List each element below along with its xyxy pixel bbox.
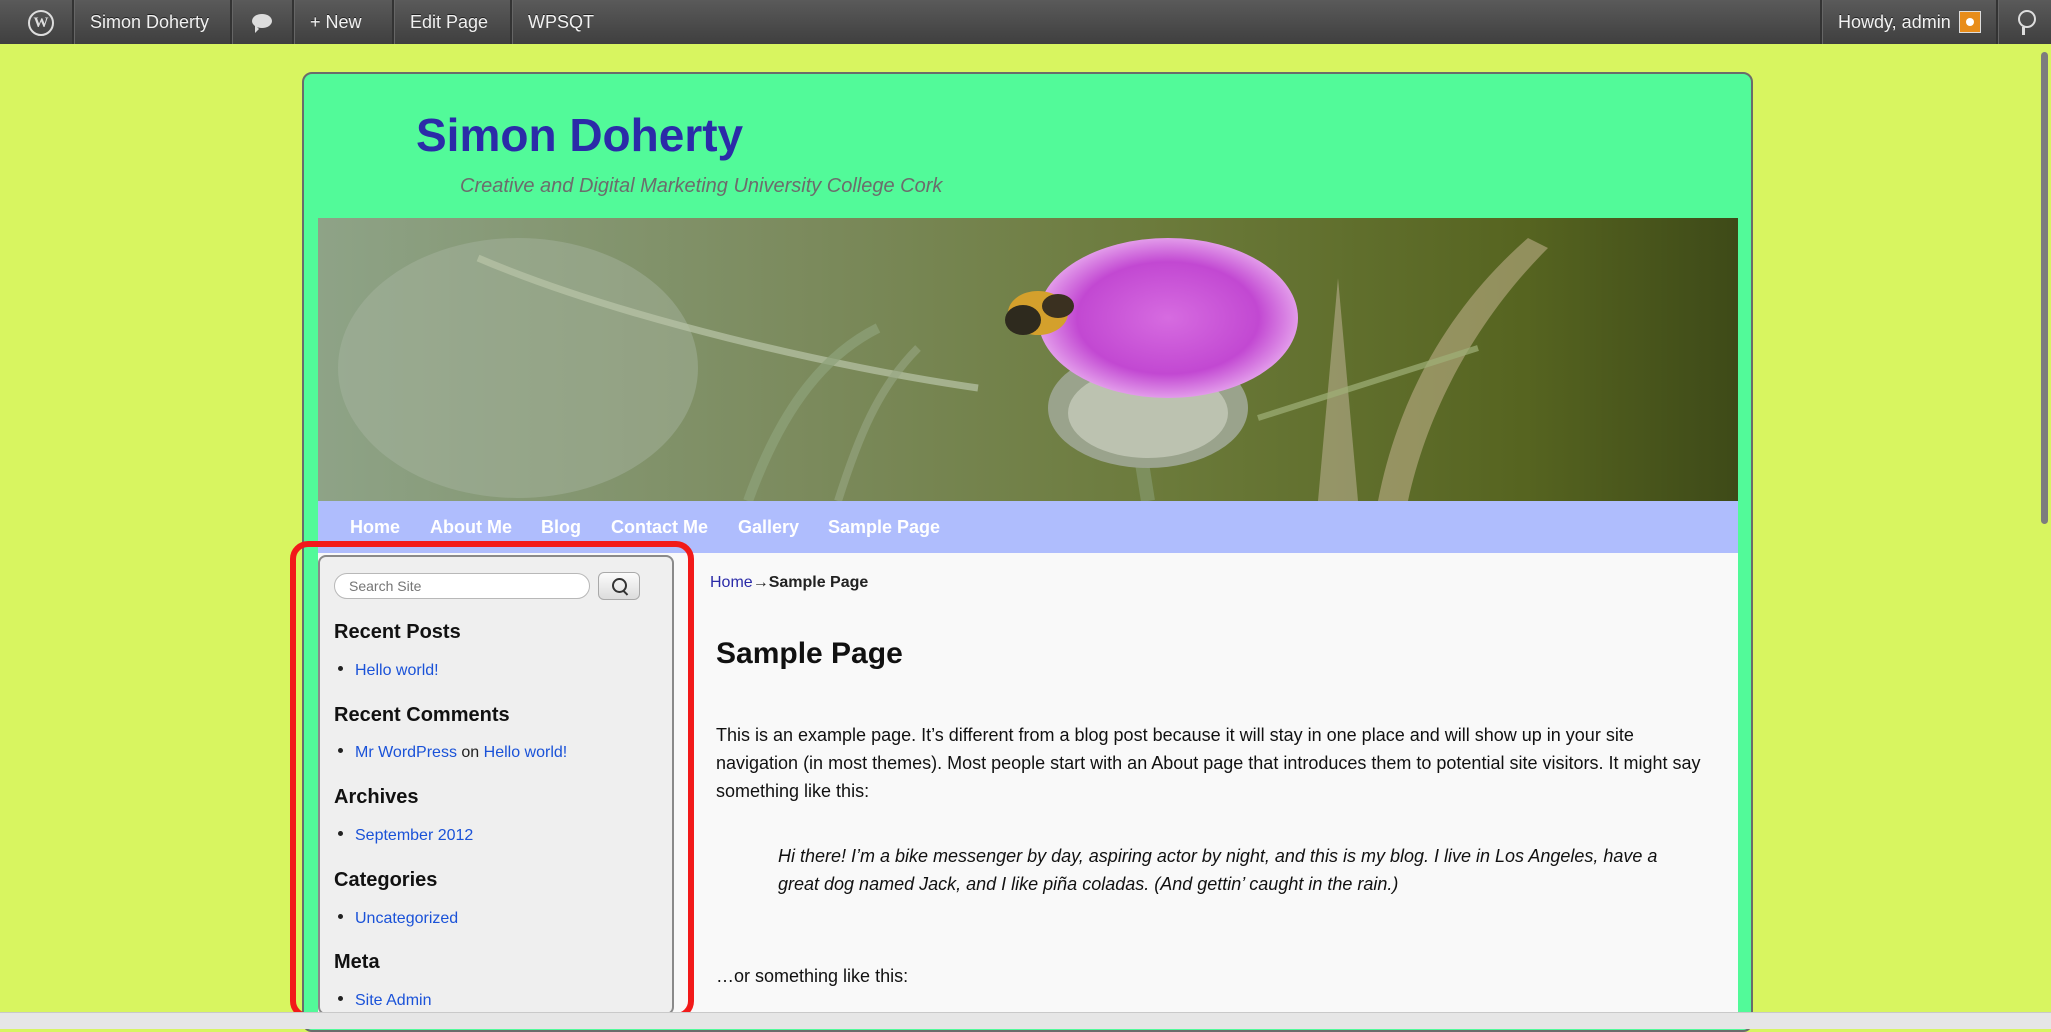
search-icon[interactable] [2018,10,2036,35]
blockquote: Hi there! I’m a bike messenger by day, a… [778,846,1658,894]
admin-bar-site-name[interactable]: Simon Doherty [90,0,209,44]
breadcrumb-current: Sample Page [768,574,869,591]
admin-bar-separator [1996,0,1999,44]
site-description: Creative and Digital Marketing Universit… [460,175,943,197]
admin-bar-new[interactable]: + New [310,0,362,44]
nav-item-sample-page[interactable]: Sample Page [828,501,940,553]
closing-paragraph: …or something like this: [716,966,909,986]
scrollbar-thumb[interactable] [2041,52,2048,524]
breadcrumb: Home→Sample Page [710,574,868,592]
bottom-status-bar [0,1012,2051,1029]
admin-bar-separator [1820,0,1823,44]
page-title: Sample Page [716,637,903,670]
breadcrumb-home-link[interactable]: Home [710,574,753,591]
admin-bar-separator [230,0,233,44]
sidebar-highlight-annotation [290,541,694,1019]
admin-bar-separator [72,0,75,44]
intro-paragraph: This is an example page. It’s different … [716,725,1701,801]
wordpress-logo-icon[interactable]: W [28,10,54,36]
site-title[interactable]: Simon Doherty [416,108,743,162]
comment-bubble-icon[interactable] [252,14,272,33]
nav-item-gallery[interactable]: Gallery [738,501,799,553]
admin-bar-wpsqt[interactable]: WPSQT [528,0,594,44]
admin-bar-separator [292,0,295,44]
breadcrumb-arrow: → [752,574,769,591]
avatar[interactable] [1959,11,1981,33]
admin-bar-separator [510,0,513,44]
admin-bar-separator [392,0,395,44]
admin-bar: W Simon Doherty + New Edit Page WPSQT Ho… [0,0,2051,44]
admin-bar-howdy[interactable]: Howdy, admin [1838,0,1951,44]
header-image [318,218,1738,501]
admin-bar-edit-page[interactable]: Edit Page [410,0,488,44]
